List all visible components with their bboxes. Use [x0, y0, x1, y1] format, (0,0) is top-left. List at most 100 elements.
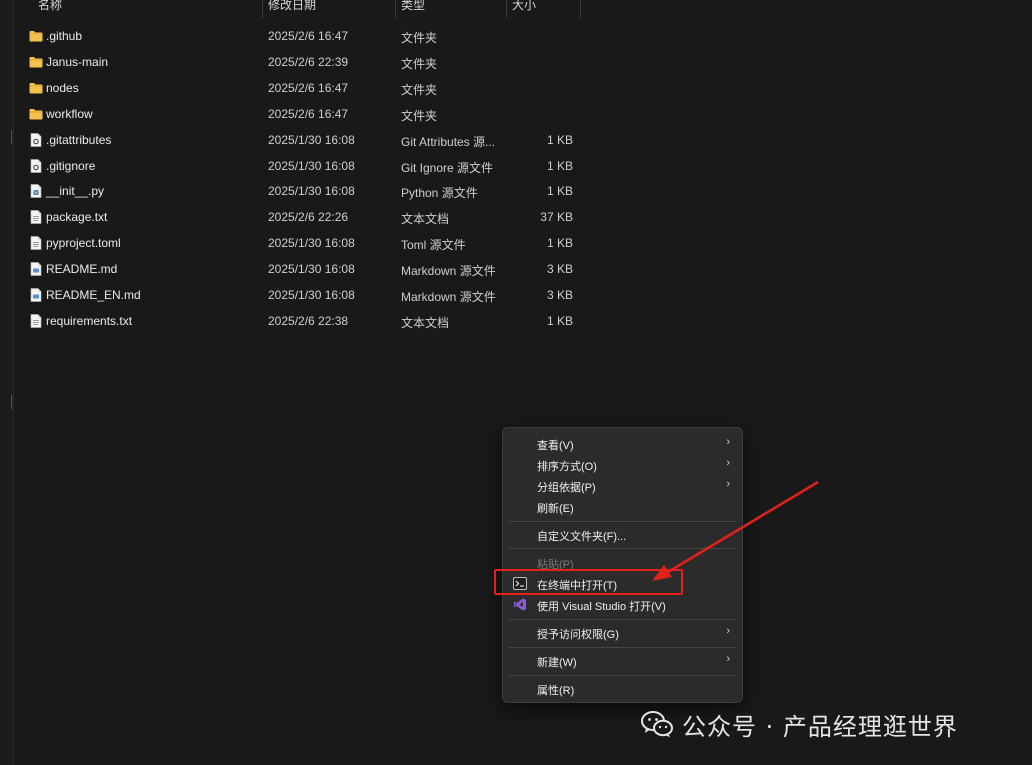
menu-item-grant-access[interactable]: 授予访问权限(G) › [503, 622, 742, 643]
file-row[interactable]: requirements.txt 2025/2/6 22:38 文本文档 1 KB [0, 308, 600, 334]
config-file-icon [29, 158, 43, 173]
chevron-right-icon: › [726, 478, 730, 490]
menu-item-label: 分组依据(P) [537, 482, 596, 494]
file-size: 3 KB [546, 288, 573, 302]
file-name: README.md [46, 262, 118, 277]
menu-item-label: 新建(W) [537, 657, 577, 669]
file-name: requirements.txt [46, 313, 133, 328]
column-header-size[interactable]: 大小 [508, 0, 580, 18]
file-row[interactable]: nodes 2025/2/6 16:47 文件夹 [0, 75, 600, 101]
file-row[interactable]: Janus-main 2025/2/6 22:39 文件夹 [0, 49, 600, 75]
file-modified-date: 2025/2/6 22:39 [268, 54, 349, 69]
file-type: 文件夹 [401, 31, 438, 45]
file-type: Git Attributes 源... [401, 134, 496, 149]
file-type: Python 源文件 [401, 186, 478, 201]
file-name: __init__.py [46, 184, 105, 199]
file-row[interactable]: README.md 2025/1/30 16:08 Markdown 源文件 3 KB [0, 256, 600, 282]
column-divider[interactable] [395, 0, 396, 18]
wechat-icon [641, 711, 673, 738]
file-row[interactable]: package.txt 2025/2/6 22:26 文本文档 37 KB [0, 204, 600, 230]
column-header-name[interactable]: 名称 [34, 0, 262, 18]
config-file-icon [29, 132, 43, 147]
chevron-right-icon: › [726, 653, 730, 665]
annotation-highlight-box [494, 569, 683, 595]
file-modified-date: 2025/2/6 22:26 [268, 210, 349, 225]
watermark: 公众号 · 产品经理逛世界 [640, 706, 958, 742]
text-file-icon [29, 314, 43, 328]
file-name: package.txt [46, 210, 108, 225]
file-modified-date: 2025/2/6 16:47 [268, 29, 349, 43]
folder-icon [29, 29, 43, 43]
context-menu: 查看(V) › 排序方式(O) › 分组依据(P) › 刷新(E) 自定义文件夹… [502, 427, 743, 703]
folder-icon [29, 107, 43, 121]
menu-item-group[interactable]: 分组依据(P) › [503, 475, 742, 496]
watermark-text: 公众号 · 产品经理逛世界 [682, 712, 958, 741]
file-name: .gitignore [46, 158, 96, 173]
menu-separator [509, 675, 736, 676]
menu-item-open-with-visual-studio[interactable]: 使用 Visual Studio 打开(V) [503, 594, 742, 615]
menu-item-label: 刷新(E) [537, 503, 574, 515]
file-modified-date: 2025/1/30 16:08 [268, 262, 355, 277]
file-modified-date: 2025/2/6 16:47 [268, 106, 349, 121]
file-row[interactable]: pyproject.toml 2025/1/30 16:08 Toml 源文件 1 K… [0, 230, 600, 256]
file-row[interactable]: .github 2025/2/6 16:47 文件夹 [0, 23, 600, 49]
file-name: nodes [46, 80, 79, 95]
file-type: Markdown 源文件 [401, 290, 496, 304]
menu-item-sort[interactable]: 排序方式(O) › [503, 454, 742, 475]
folder-icon [29, 81, 43, 95]
menu-item-label: 自定义文件夹(F)... [537, 531, 627, 543]
file-modified-date: 2025/1/30 16:08 [268, 184, 355, 199]
folder-icon [29, 55, 43, 69]
chevron-right-icon: › [726, 457, 730, 469]
menu-item-new[interactable]: 新建(W) › [503, 650, 742, 671]
column-divider[interactable] [262, 0, 263, 18]
file-size: 1 KB [546, 313, 573, 328]
file-type: Toml 源文件 [401, 238, 466, 253]
file-type: 文件夹 [401, 82, 438, 97]
file-size: 1 KB [546, 236, 573, 251]
menu-separator [509, 619, 736, 620]
file-size: 3 KB [546, 262, 573, 277]
menu-item-refresh[interactable]: 刷新(E) [503, 496, 742, 517]
file-modified-date: 2025/1/30 16:08 [268, 132, 355, 147]
menu-item-label: 排序方式(O) [537, 461, 597, 473]
file-row[interactable]: __init__.py 2025/1/30 16:08 Python 源文件 1 KB [0, 178, 600, 204]
menu-item-view[interactable]: 查看(V) › [503, 433, 742, 454]
menu-separator [509, 647, 736, 648]
column-header-type[interactable]: 类型 [397, 0, 505, 18]
menu-item-properties[interactable]: 属性(R) [503, 678, 742, 699]
file-row[interactable]: workflow 2025/2/6 16:47 文件夹 [0, 101, 600, 127]
file-name: .gitattributes [46, 132, 112, 147]
column-header-bar: 名称 修改日期 类型 大小 [14, 0, 1032, 18]
menu-item-label: 查看(V) [537, 440, 574, 452]
chevron-right-icon: › [726, 436, 730, 448]
file-type: 文本文档 [401, 212, 450, 227]
file-type: Git Ignore 源文件 [401, 160, 494, 175]
menu-item-customize-folder[interactable]: 自定义文件夹(F)... [503, 524, 742, 545]
file-row[interactable]: README_EN.md 2025/1/30 16:08 Markdown 源文件 3… [0, 282, 600, 308]
file-name: README_EN.md [46, 288, 141, 302]
column-header-modified[interactable]: 修改日期 [264, 0, 394, 18]
file-modified-date: 2025/2/6 22:38 [268, 313, 349, 328]
menu-item-label: 授予访问权限(G) [537, 629, 619, 641]
file-type: Markdown 源文件 [401, 264, 496, 279]
menu-item-label: 属性(R) [537, 685, 575, 697]
file-name: workflow [46, 106, 93, 121]
file-type: 文件夹 [401, 108, 438, 123]
column-divider[interactable] [506, 0, 507, 18]
file-type: 文件夹 [401, 56, 438, 71]
menu-separator [509, 548, 736, 549]
visual-studio-icon [513, 598, 527, 611]
file-size: 1 KB [546, 158, 573, 173]
chevron-right-icon: › [726, 625, 730, 637]
text-file-icon [29, 236, 43, 250]
column-divider[interactable] [580, 0, 581, 18]
file-modified-date: 2025/1/30 16:08 [268, 236, 355, 251]
markdown-file-icon [29, 288, 43, 302]
file-row[interactable]: .gitattributes 2025/1/30 16:08 Git Attribu… [0, 127, 600, 153]
file-modified-date: 2025/2/6 16:47 [268, 80, 349, 95]
file-size: 1 KB [546, 132, 573, 147]
file-name: Janus-main [46, 54, 109, 69]
file-row[interactable]: .gitignore 2025/1/30 16:08 Git Ignore 源文件 1… [0, 153, 600, 179]
file-type: 文本文档 [401, 315, 450, 330]
